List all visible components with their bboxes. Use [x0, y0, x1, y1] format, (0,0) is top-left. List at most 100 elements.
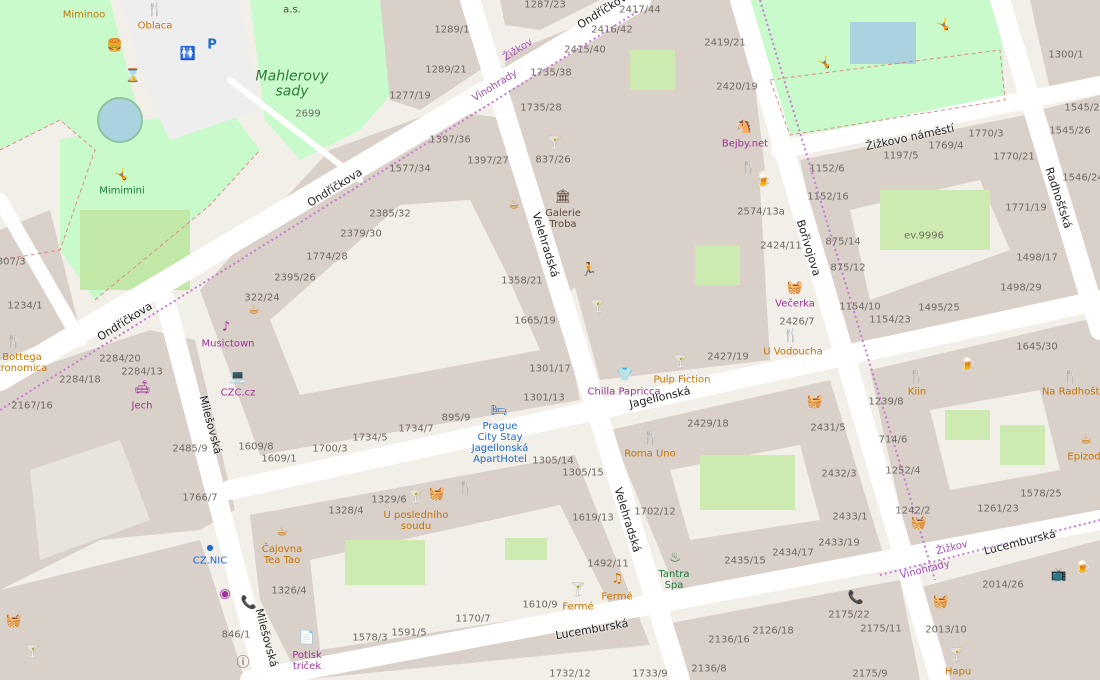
playground-icon-park-1[interactable]: 🤸: [936, 20, 952, 33]
bar-icon-hapu[interactable]: 🍸: [949, 649, 965, 662]
house-number: 1609/1: [261, 453, 297, 465]
convenience-icon-southeast[interactable]: 🧺: [933, 596, 949, 609]
bar-icon-u-posledniho[interactable]: 🍸: [408, 491, 424, 504]
convenience-icon-vecerka[interactable]: 🧺: [787, 282, 803, 295]
house-number: 837/26: [535, 154, 571, 166]
fast-food-icon-oblaca[interactable]: 🍔: [107, 40, 123, 53]
house-number: 2426/7: [779, 316, 815, 328]
house-number: 1735/28: [520, 102, 562, 114]
house-number: 2427/19: [707, 351, 749, 363]
block-east-top-right: [1030, 0, 1100, 90]
house-number: 1287/23: [524, 0, 566, 11]
house-number: 1152/6: [809, 163, 845, 175]
poi-label-epizoda: Epizod: [1067, 451, 1100, 463]
convenience-icon-jagellonska[interactable]: 🧺: [807, 396, 823, 409]
tv-shop-icon[interactable]: 📺: [1051, 569, 1067, 582]
bar-icon-pulp-fiction[interactable]: 🍸: [673, 356, 689, 369]
house-number: 714/6: [878, 434, 908, 446]
fountain-circle: [97, 97, 143, 143]
poi-label-tantra: Tantra Spa: [658, 569, 690, 591]
restaurant-icon-south[interactable]: 🍴: [458, 482, 474, 495]
telephone-icon-south[interactable]: 📞: [848, 592, 864, 605]
copy-shop-icon-potisk[interactable]: 📄: [299, 632, 315, 645]
information-icon[interactable]: ⓘ: [236, 657, 249, 670]
house-number: 895/9: [441, 412, 471, 424]
house-number: 2435/15: [724, 555, 766, 567]
parking-icon[interactable]: P: [207, 39, 217, 52]
shop-icon-milesovska[interactable]: ◉: [219, 588, 230, 601]
clothes-icon-chilla[interactable]: 👕: [617, 369, 633, 382]
house-number: 1545/26: [1049, 125, 1091, 137]
house-number: 1734/5: [352, 432, 388, 444]
playground-icon-mimimini[interactable]: 🤸: [114, 170, 130, 183]
house-number: 2431/5: [810, 422, 846, 434]
grass-patch-3: [345, 540, 425, 585]
bar-icon-southwest[interactable]: 🍸: [25, 646, 41, 659]
house-number: 1498/29: [1000, 282, 1042, 294]
convenience-icon-south[interactable]: 🧺: [429, 488, 445, 501]
poi-label-kiin: Kiin: [907, 386, 927, 398]
museum-icon-galerie[interactable]: 🏛: [555, 191, 572, 204]
pub-icon-radhostska[interactable]: 🍺: [960, 359, 976, 372]
pub-icon-southeast[interactable]: 🍺: [1075, 562, 1091, 575]
poi-label-czc: CZC.cz: [220, 387, 256, 399]
house-number: 1578/25: [1020, 488, 1062, 500]
house-number: 2379/30: [340, 228, 382, 240]
poi-label-miminoo: Miminoo: [62, 9, 106, 21]
house-number: 1645/30: [1016, 341, 1058, 353]
restaurant-icon-borivojova[interactable]: 🍴: [741, 162, 757, 175]
toy-shop-icon-bejby[interactable]: 🐴: [736, 121, 752, 134]
restaurant-icon-na-radhosti[interactable]: 🍴: [1063, 371, 1079, 384]
house-number: 1774/28: [306, 251, 348, 263]
poi-label-na-radhosti: Na Radhošti: [1041, 386, 1100, 398]
pub-icon-borivojova[interactable]: 🍺: [756, 175, 772, 188]
house-number: 1261/23: [977, 503, 1019, 515]
house-number: 2175/22: [828, 609, 870, 621]
computer-shop-icon[interactable]: 💻: [230, 371, 246, 384]
playground-icon-park-2[interactable]: 🤸: [817, 58, 833, 71]
pond: [850, 22, 916, 64]
label-adm-as: a.s.: [283, 4, 301, 16]
bar-icon-velehradska[interactable]: 🍸: [590, 301, 606, 314]
poi-label-vecerka: Večerka: [775, 298, 815, 310]
restaurant-icon-bottega[interactable]: 🍴: [6, 336, 22, 349]
convenience-icon-east[interactable]: 🧺: [911, 517, 927, 530]
house-number: 2136/8: [691, 663, 727, 675]
restaurant-icon-kiin[interactable]: 🍴: [909, 371, 925, 384]
house-number: 1239/8: [868, 396, 904, 408]
toilets-icon[interactable]: 🚻: [180, 48, 196, 61]
house-number: 2167/16: [11, 400, 53, 412]
restaurant-icon-miminoo[interactable]: 🍴: [147, 4, 163, 17]
cafe-icon-epizoda[interactable]: ☕: [1080, 434, 1092, 447]
spa-icon-tantra[interactable]: ♨: [669, 552, 681, 565]
grass-patch-1: [695, 245, 740, 285]
park-label-mahlerovy-sady: Mahlerovy sady: [255, 68, 329, 100]
cafe-icon-velehradska[interactable]: ☕: [508, 199, 520, 212]
sport-icon[interactable]: 🏃: [581, 264, 597, 277]
house-number: 1771/19: [1005, 202, 1047, 214]
telephone-icon-milesovska[interactable]: 📞: [241, 597, 257, 610]
restaurant-icon-roma-uno[interactable]: 🍴: [643, 432, 659, 445]
house-number: 2434/17: [772, 547, 814, 559]
house-number: 1770/3: [968, 128, 1004, 140]
cafe-icon-cajovna[interactable]: ☕: [276, 526, 288, 539]
hotel-icon-prague-city-stay[interactable]: 🛏: [491, 405, 508, 418]
cafe-icon-322[interactable]: ☕: [248, 304, 260, 317]
office-icon-cz-nic[interactable]: ●: [207, 544, 214, 552]
shop-icon-southwest[interactable]: 🧺: [6, 615, 22, 628]
house-number: 1733/9: [632, 668, 668, 680]
map-canvas[interactable]: Ondříčkova Ondříčkova Ondříčkova Velehra…: [0, 0, 1100, 680]
music-shop-icon[interactable]: ♪: [222, 321, 230, 334]
house-number: 1307/3: [0, 256, 26, 268]
music-icon-ferme[interactable]: ♫: [611, 573, 623, 586]
bar-icon-837[interactable]: 🍸: [547, 137, 563, 150]
restaurant-icon-u-vodoucha[interactable]: 🍴: [783, 330, 799, 343]
bar-icon-ferme[interactable]: 🍸: [570, 584, 586, 597]
house-number: 2429/18: [687, 418, 729, 430]
house-number: 1577/34: [389, 163, 431, 175]
house-number: 2419/21: [704, 37, 746, 49]
furniture-shop-icon-jech[interactable]: 🛋: [134, 382, 151, 395]
poi-label-u-posledniho: U posledního soudu: [383, 510, 449, 532]
house-number: 2417/44: [619, 4, 661, 16]
house-number: 1702/12: [634, 506, 676, 518]
